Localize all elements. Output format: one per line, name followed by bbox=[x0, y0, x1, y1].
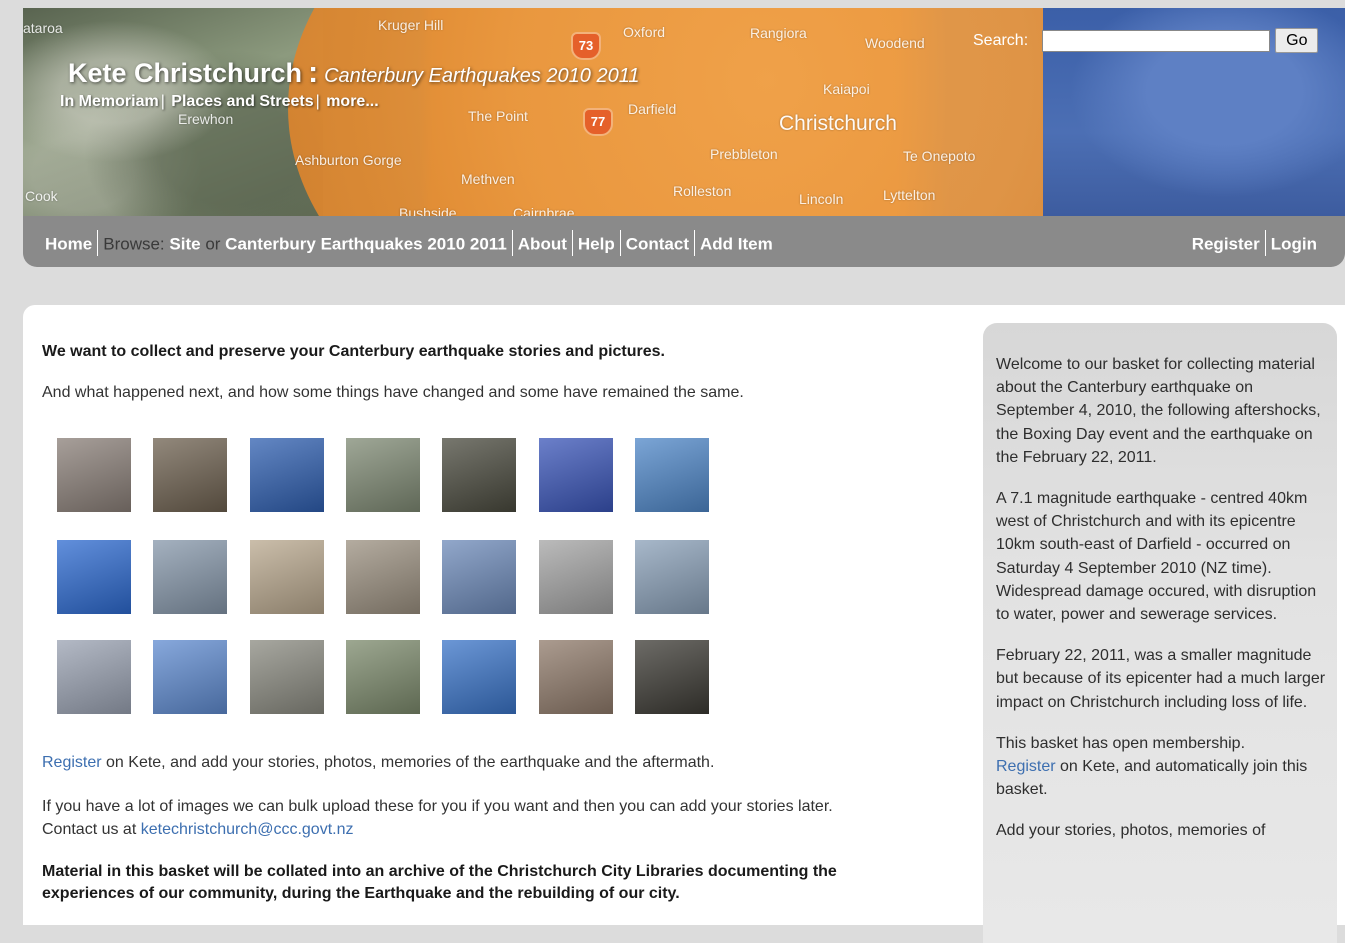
map-label: Cairnbrae bbox=[513, 205, 575, 216]
divider bbox=[619, 230, 621, 256]
bulk-upload-paragraph: If you have a lot of images we can bulk … bbox=[42, 795, 942, 841]
photo-thumbnail[interactable] bbox=[57, 540, 131, 614]
search-go-button[interactable]: Go bbox=[1275, 28, 1319, 53]
map-label: ataroa bbox=[23, 20, 63, 36]
map-label: Methven bbox=[461, 171, 515, 187]
photo-thumbnail[interactable] bbox=[538, 640, 613, 714]
nav-login[interactable]: Login bbox=[1271, 234, 1317, 253]
nav-help[interactable]: Help bbox=[578, 234, 615, 253]
map-label: Kaiapoi bbox=[823, 81, 870, 97]
nav-contact[interactable]: Contact bbox=[626, 234, 689, 253]
photo-thumbnail[interactable] bbox=[249, 438, 324, 512]
sidebar-paragraph: February 22, 2011, was a smaller magnitu… bbox=[996, 647, 1326, 711]
content-panel: We want to collect and preserve your Can… bbox=[23, 305, 1345, 943]
photo-thumbnail[interactable] bbox=[442, 438, 517, 512]
photo-thumbnail[interactable] bbox=[634, 438, 709, 512]
photo-thumbnail[interactable] bbox=[249, 640, 324, 714]
photo-thumbnail[interactable] bbox=[153, 540, 228, 614]
divider bbox=[97, 230, 99, 256]
map-label: Erewhon bbox=[178, 111, 234, 127]
basket-name-link[interactable]: Canterbury Earthquakes 2010 2011 bbox=[324, 65, 639, 87]
basket-link-places-and-streets[interactable]: Places and Streets bbox=[171, 93, 313, 110]
contact-email-link[interactable]: ketechristchurch@ccc.govt.nz bbox=[141, 821, 354, 838]
sidebar-paragraph: This basket has open membership. bbox=[996, 734, 1246, 752]
sidebar-paragraph: A 7.1 magnitude earthquake - centred 40k… bbox=[996, 490, 1317, 624]
basket-link-more[interactable]: more... bbox=[326, 93, 378, 110]
map-label: Ashburton Gorge bbox=[295, 152, 402, 168]
sidebar-paragraph: Register on Kete, and automatically join… bbox=[996, 755, 1326, 801]
map-label: The Point bbox=[468, 108, 528, 124]
map-label: Christchurch bbox=[779, 112, 897, 135]
divider: | bbox=[160, 93, 165, 110]
register-link[interactable]: Register bbox=[42, 754, 102, 771]
basket-info-sidebar: Welcome to our basket for collecting mat… bbox=[983, 323, 1337, 943]
photo-thumbnail[interactable] bbox=[442, 540, 517, 614]
divider bbox=[511, 230, 513, 256]
basket-links: In Memoriam | Places and Streets | more... bbox=[60, 93, 379, 111]
site-name-link[interactable]: Kete Christchurch bbox=[68, 58, 302, 88]
map-label: Rolleston bbox=[673, 183, 732, 199]
map-label: Lincoln bbox=[799, 191, 844, 207]
nav-browse-basket[interactable]: Canterbury Earthquakes 2010 2011 bbox=[225, 234, 507, 253]
divider bbox=[571, 230, 573, 256]
photo-thumbnail[interactable] bbox=[345, 438, 420, 512]
sidebar-register-link[interactable]: Register bbox=[996, 758, 1056, 775]
search-input[interactable] bbox=[1042, 29, 1271, 52]
map-label: Kruger Hill bbox=[378, 17, 444, 33]
site-header: ataroa Kruger Hill Oxford Rangiora Woode… bbox=[23, 8, 1345, 216]
site-title: Kete Christchurch: Canterbury Earthquakes… bbox=[68, 56, 639, 90]
map-label: Te Onepoto bbox=[903, 148, 976, 164]
photo-thumbnail[interactable] bbox=[538, 540, 613, 614]
basket-link-in-memoriam[interactable]: In Memoriam bbox=[60, 93, 159, 110]
map-label: Rangiora bbox=[750, 25, 807, 41]
map-label: Lyttelton bbox=[883, 187, 936, 203]
photo-thumbnail[interactable] bbox=[634, 540, 709, 614]
archive-paragraph: Material in this basket will be collated… bbox=[42, 863, 837, 902]
photo-thumbnail[interactable] bbox=[345, 540, 420, 614]
register-text: on Kete, and add your stories, photos, m… bbox=[101, 754, 715, 771]
photo-thumbnail[interactable] bbox=[57, 640, 131, 714]
bulk-upload-text: If you have a lot of images we can bulk … bbox=[42, 798, 833, 815]
photo-thumbnail[interactable] bbox=[57, 438, 131, 512]
photo-thumbnail[interactable] bbox=[634, 640, 709, 714]
sidebar-paragraph: Add your stories, photos, memories of bbox=[996, 822, 1266, 840]
map-label: Prebbleton bbox=[710, 146, 778, 162]
main-nav: Home Browse: Site or Canterbury Earthquak… bbox=[23, 216, 1345, 267]
divider bbox=[694, 230, 695, 256]
browse-label: Browse: bbox=[103, 234, 165, 254]
photo-thumbnail[interactable] bbox=[249, 540, 324, 614]
intro-text: And what happened next, and how some thi… bbox=[42, 384, 744, 401]
photo-thumbnail[interactable] bbox=[153, 640, 228, 714]
photo-thumbnail[interactable] bbox=[538, 438, 613, 512]
divider: | bbox=[315, 93, 320, 110]
photo-thumbnail[interactable] bbox=[345, 640, 420, 714]
search-label: Search: bbox=[973, 31, 1029, 49]
photo-thumbnail[interactable] bbox=[442, 640, 517, 714]
nav-browse-site[interactable]: Site bbox=[169, 234, 200, 253]
road-77-icon: 77 bbox=[583, 108, 613, 136]
divider bbox=[1264, 230, 1266, 256]
map-label: Cook bbox=[25, 188, 58, 204]
nav-home[interactable]: Home bbox=[45, 234, 92, 253]
map-label: Bushside bbox=[399, 205, 457, 216]
photo-thumbnail[interactable] bbox=[153, 438, 228, 512]
header-terrain-image bbox=[23, 8, 323, 216]
nav-add-item[interactable]: Add Item bbox=[700, 234, 773, 253]
nav-register[interactable]: Register bbox=[1192, 234, 1260, 253]
search-form: Search: Go bbox=[973, 28, 1319, 53]
contact-prefix: Contact us at bbox=[42, 821, 141, 838]
register-paragraph: Register on Kete, and add your stories, … bbox=[42, 754, 942, 772]
title-separator: : bbox=[308, 56, 319, 89]
map-label: Oxford bbox=[623, 24, 666, 40]
or-label: or bbox=[205, 234, 221, 254]
sidebar-paragraph: Welcome to our basket for collecting mat… bbox=[996, 356, 1321, 466]
intro-heading: We want to collect and preserve your Can… bbox=[42, 343, 665, 360]
map-label: Darfield bbox=[628, 101, 677, 117]
nav-about[interactable]: About bbox=[518, 234, 567, 253]
map-label: Woodend bbox=[865, 35, 925, 51]
